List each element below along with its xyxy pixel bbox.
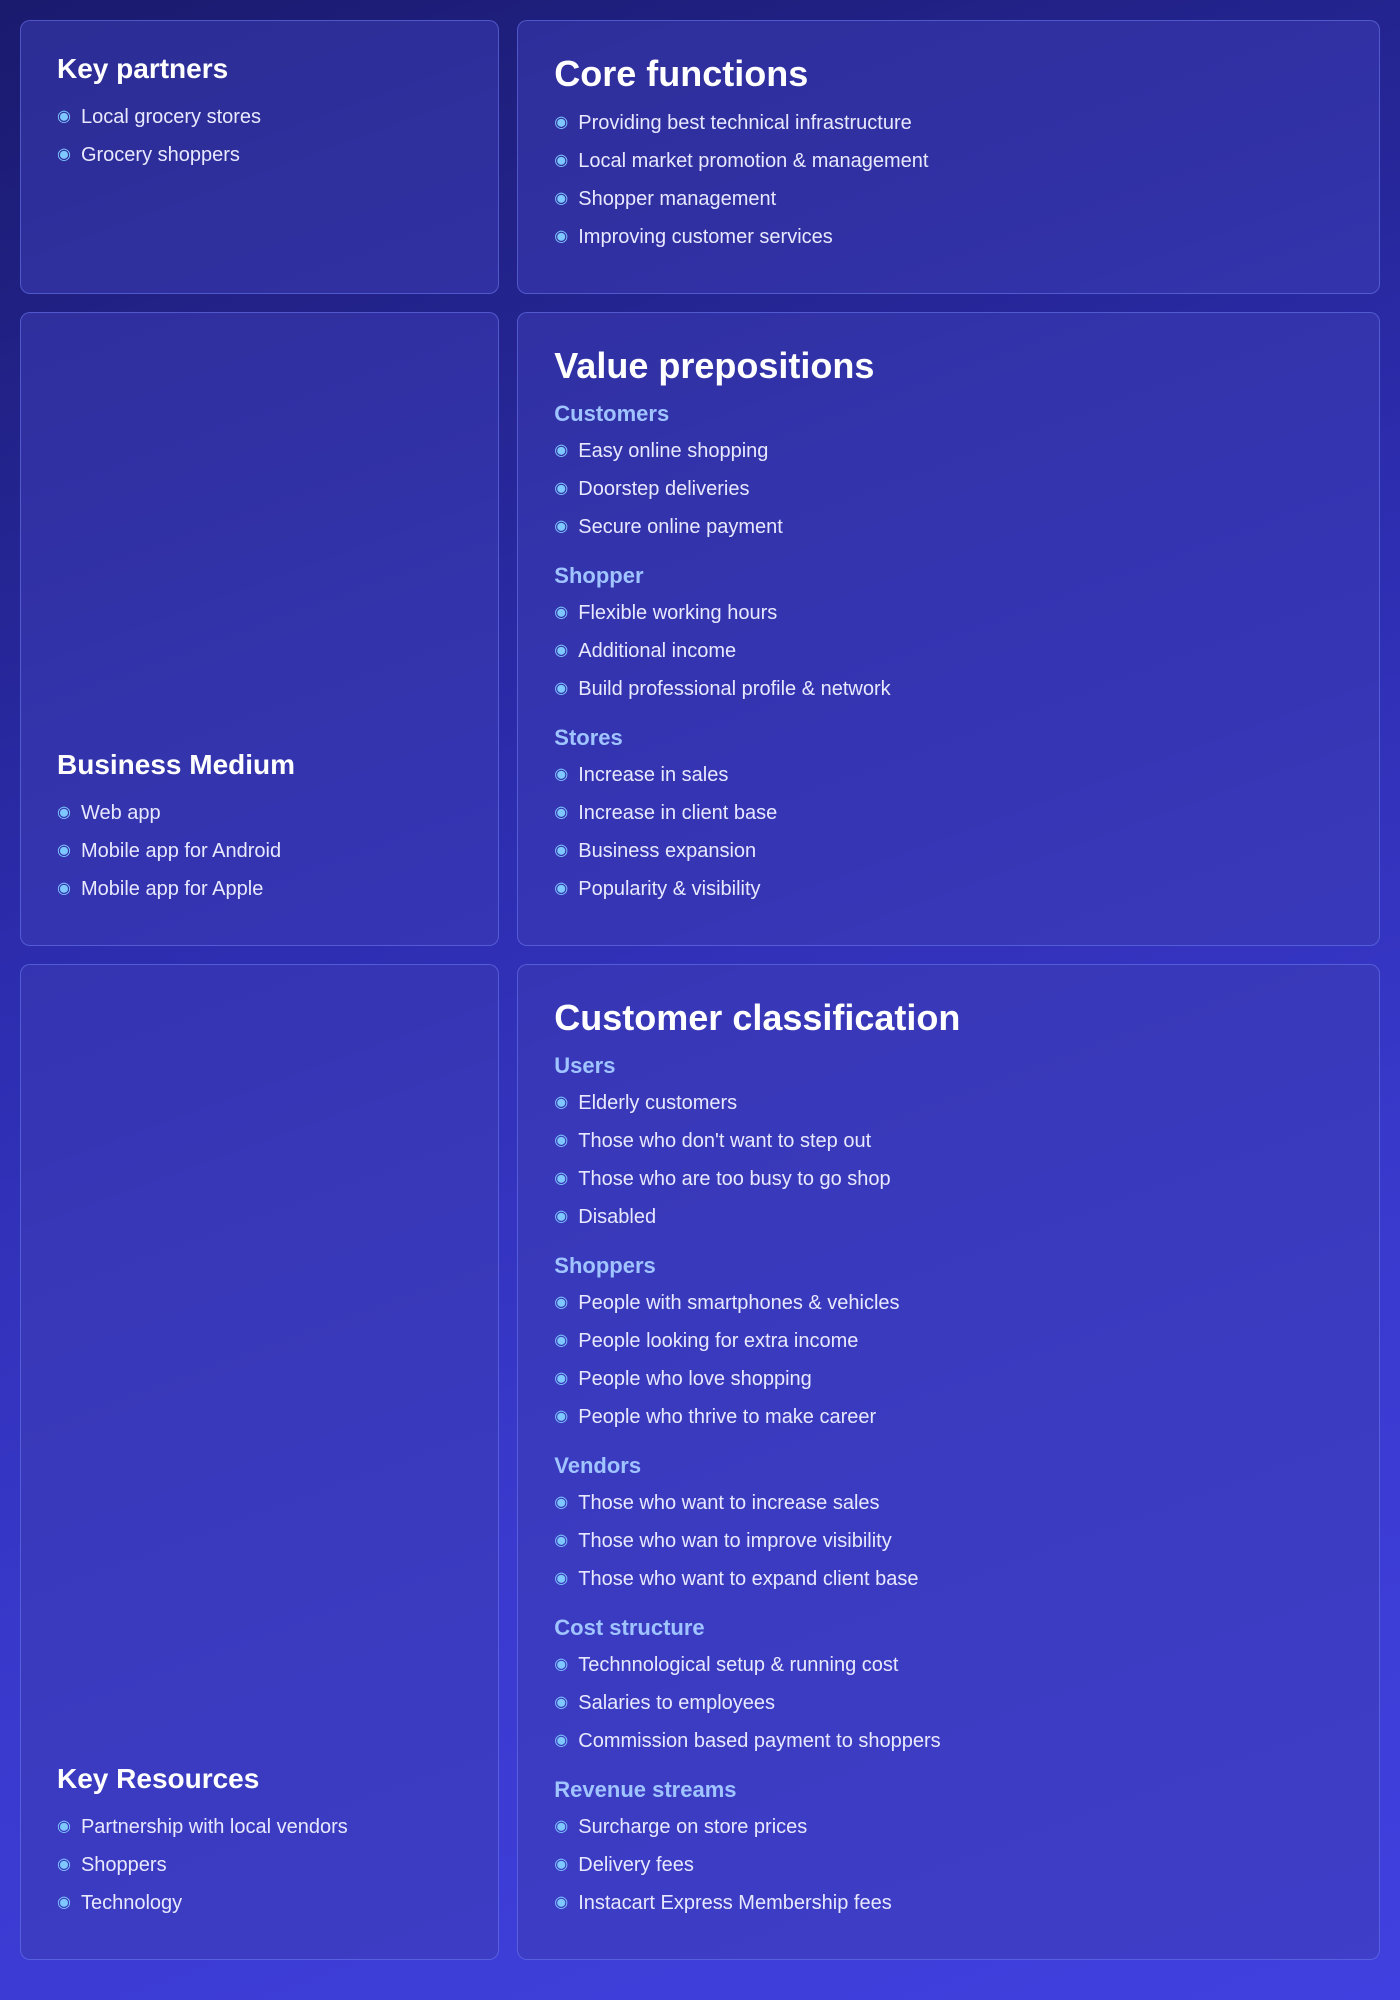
list-item: Shoppers bbox=[57, 1851, 462, 1879]
list-item: Elderly customers bbox=[554, 1089, 1343, 1117]
list-item: Local market promotion & management bbox=[554, 147, 1343, 175]
section-list: Elderly customers Those who don't want to… bbox=[554, 1089, 1343, 1231]
list-item: Those who want to expand client base bbox=[554, 1565, 1343, 1593]
core-functions-list: Providing best technical infrastructure L… bbox=[554, 109, 1343, 251]
list-item: Secure online payment bbox=[554, 513, 1343, 541]
list-item: Increase in client base bbox=[554, 799, 1343, 827]
list-item: Web app bbox=[57, 799, 462, 827]
value-prepositions-title: Value prepositions bbox=[554, 345, 1343, 387]
list-item: Improving customer services bbox=[554, 223, 1343, 251]
list-item: Technology bbox=[57, 1889, 462, 1917]
key-resources-card: Key Resources Partnership with local ven… bbox=[20, 964, 499, 1960]
list-item: Those who wan to improve visibility bbox=[554, 1527, 1343, 1555]
section-list: Surcharge on store prices Delivery fees In… bbox=[554, 1813, 1343, 1917]
section-list: Those who want to increase sales Those wh… bbox=[554, 1489, 1343, 1593]
list-item: Shopper management bbox=[554, 185, 1343, 213]
section-heading: Users bbox=[554, 1053, 1343, 1079]
list-item: Partnership with local vendors bbox=[57, 1813, 462, 1841]
list-item: Additional income bbox=[554, 637, 1343, 665]
list-item: Local grocery stores bbox=[57, 103, 462, 131]
key-resources-list: Partnership with local vendors Shoppers Te… bbox=[57, 1813, 462, 1927]
customer-classification-title: Customer classification bbox=[554, 997, 1343, 1039]
core-functions-title: Core functions bbox=[554, 53, 1343, 95]
section-list: People with smartphones & vehicles People… bbox=[554, 1289, 1343, 1431]
section-heading: Stores bbox=[554, 725, 1343, 751]
list-item: Doorstep deliveries bbox=[554, 475, 1343, 503]
business-medium-title: Business Medium bbox=[57, 749, 462, 781]
list-item: People who thrive to make career bbox=[554, 1403, 1343, 1431]
main-grid: Key partners Local grocery stores Grocery… bbox=[20, 20, 1380, 1960]
section-heading: Cost structure bbox=[554, 1615, 1343, 1641]
list-item: Those who don't want to step out bbox=[554, 1127, 1343, 1155]
list-item: Mobile app for Apple bbox=[57, 875, 462, 903]
section-list: Easy online shopping Doorstep deliveries S… bbox=[554, 437, 1343, 541]
section-list: Increase in sales Increase in client base… bbox=[554, 761, 1343, 903]
section-heading: Customers bbox=[554, 401, 1343, 427]
list-item: Mobile app for Android bbox=[57, 837, 462, 865]
key-resources-title: Key Resources bbox=[57, 1763, 462, 1795]
customer-sections: Users Elderly customers Those who don't wa… bbox=[554, 1053, 1343, 1917]
list-item: Popularity & visibility bbox=[554, 875, 1343, 903]
section-heading: Vendors bbox=[554, 1453, 1343, 1479]
core-functions-card: Core functions Providing best technical … bbox=[517, 20, 1380, 294]
list-item: Salaries to employees bbox=[554, 1689, 1343, 1717]
list-item: Those who want to increase sales bbox=[554, 1489, 1343, 1517]
section-list: Technnological setup & running cost Salar… bbox=[554, 1651, 1343, 1755]
list-item: People who love shopping bbox=[554, 1365, 1343, 1393]
business-medium-list: Web app Mobile app for Android Mobile app … bbox=[57, 799, 462, 913]
key-partners-card: Key partners Local grocery stores Grocery… bbox=[20, 20, 499, 294]
list-item: Easy online shopping bbox=[554, 437, 1343, 465]
section-list: Flexible working hours Additional income B… bbox=[554, 599, 1343, 703]
list-item: Disabled bbox=[554, 1203, 1343, 1231]
list-item: Increase in sales bbox=[554, 761, 1343, 789]
list-item: Flexible working hours bbox=[554, 599, 1343, 627]
list-item: People looking for extra income bbox=[554, 1327, 1343, 1355]
list-item: Grocery shoppers bbox=[57, 141, 462, 169]
list-item: Technnological setup & running cost bbox=[554, 1651, 1343, 1679]
value-sections: Customers Easy online shopping Doorstep de… bbox=[554, 401, 1343, 903]
list-item: Delivery fees bbox=[554, 1851, 1343, 1879]
list-item: Surcharge on store prices bbox=[554, 1813, 1343, 1841]
business-medium-card: Business Medium Web app Mobile app for An… bbox=[20, 312, 499, 946]
list-item: Instacart Express Membership fees bbox=[554, 1889, 1343, 1917]
section-heading: Shoppers bbox=[554, 1253, 1343, 1279]
list-item: Those who are too busy to go shop bbox=[554, 1165, 1343, 1193]
list-item: Business expansion bbox=[554, 837, 1343, 865]
section-heading: Revenue streams bbox=[554, 1777, 1343, 1803]
list-item: Commission based payment to shoppers bbox=[554, 1727, 1343, 1755]
list-item: Build professional profile & network bbox=[554, 675, 1343, 703]
list-item: Providing best technical infrastructure bbox=[554, 109, 1343, 137]
list-item: People with smartphones & vehicles bbox=[554, 1289, 1343, 1317]
value-prepositions-card: Value prepositions Customers Easy online … bbox=[517, 312, 1380, 946]
key-partners-title: Key partners bbox=[57, 53, 462, 85]
key-partners-list: Local grocery stores Grocery shoppers bbox=[57, 103, 462, 169]
customer-classification-card: Customer classification Users Elderly cus… bbox=[517, 964, 1380, 1960]
section-heading: Shopper bbox=[554, 563, 1343, 589]
